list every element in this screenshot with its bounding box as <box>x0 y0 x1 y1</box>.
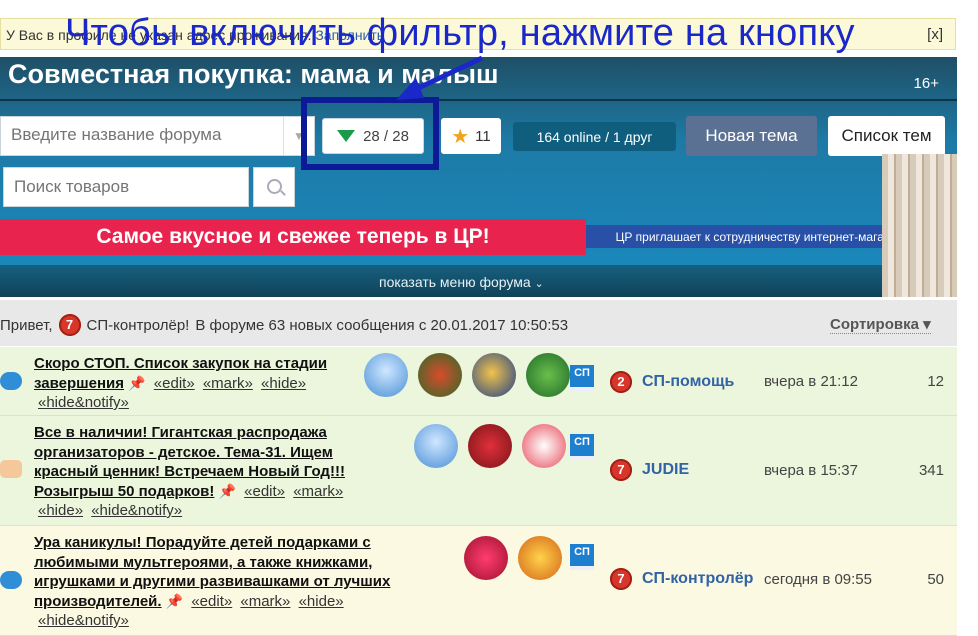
close-notice-button[interactable]: [x] <box>927 26 943 43</box>
greeting-bar: Привет, 7 СП-контролёр! В форуме 63 новы… <box>0 300 957 346</box>
search-icon <box>267 179 282 194</box>
hide-link[interactable]: «hide» <box>299 593 344 610</box>
hide-link[interactable]: «hide» <box>261 375 306 392</box>
greeting-message: В форуме 63 новых сообщения с 20.01.2017… <box>195 316 569 334</box>
topic-title[interactable]: Все в наличии! Гигантская распродажа орг… <box>34 423 384 521</box>
goods-search-button[interactable] <box>253 167 295 207</box>
promo-banner[interactable]: Самое вкусное и свежее теперь в ЦР! <box>0 219 586 255</box>
favorites-button[interactable]: ★ 11 <box>441 118 501 154</box>
greeting-prefix: Привет, <box>0 316 53 334</box>
author-link[interactable]: СП-помощь <box>642 373 734 391</box>
topic-row: Ура каникулы! Порадуйте детей подарками … <box>0 526 957 636</box>
author-link[interactable]: JUDIE <box>642 461 689 479</box>
speech-bubble-icon <box>0 571 22 589</box>
edit-link[interactable]: «edit» <box>154 375 195 392</box>
mark-link[interactable]: «mark» <box>203 375 253 392</box>
mark-link[interactable]: «mark» <box>293 483 343 500</box>
favorites-count: 11 <box>475 127 491 145</box>
avatar[interactable] <box>414 424 458 468</box>
pin-icon[interactable]: 📌 <box>219 483 236 499</box>
forum-search-input[interactable] <box>1 117 301 153</box>
avatar[interactable] <box>526 353 570 397</box>
thumbs-up-icon <box>0 460 22 478</box>
avatar[interactable] <box>522 424 566 468</box>
sp-badge-icon: СП <box>570 365 594 391</box>
chevron-down-icon: ⌄ <box>534 278 544 290</box>
forum-menu-toggle[interactable]: показать меню форума ⌄ <box>0 265 882 297</box>
last-post-time[interactable]: вчера в 21:12 <box>764 373 858 390</box>
reply-count: 50 <box>927 571 944 588</box>
sp-badge-icon: СП <box>570 434 594 460</box>
hide-notify-link[interactable]: «hide&notify» <box>38 394 129 411</box>
filter-hint-annotation: Чтобы включить фильтр, нажмите на кнопку <box>65 12 855 54</box>
avatar[interactable] <box>464 536 508 580</box>
topic-row: Все в наличии! Гигантская распродажа орг… <box>0 416 957 526</box>
topic-title[interactable]: Ура каникулы! Порадуйте детей подарками … <box>34 533 434 631</box>
user-badge-icon: 7 <box>58 314 81 336</box>
age-rating: 16+ <box>913 75 939 92</box>
forum-search-field[interactable]: ▼ <box>0 116 315 156</box>
star-icon: ★ <box>451 125 470 148</box>
edit-link[interactable]: «edit» <box>191 593 232 610</box>
online-badge[interactable]: 164 online / 1 друг <box>513 122 676 151</box>
last-post-time[interactable]: вчера в 15:37 <box>764 462 858 479</box>
avatar[interactable] <box>472 353 516 397</box>
goods-search-input[interactable] <box>4 168 254 206</box>
pin-icon[interactable]: 📌 <box>166 593 183 609</box>
speech-bubble-icon <box>0 372 22 390</box>
author-rank-icon: 7 <box>610 459 632 481</box>
greeting-user: СП-контролёр! <box>86 316 190 334</box>
avatar[interactable] <box>418 353 462 397</box>
last-post-time[interactable]: сегодня в 09:55 <box>764 571 872 588</box>
sp-badge-icon: СП <box>570 544 594 570</box>
hint-arrow-icon <box>396 55 484 100</box>
hide-notify-link[interactable]: «hide&notify» <box>91 502 182 519</box>
avatar[interactable] <box>468 424 512 468</box>
topic-list-button[interactable]: Список тем <box>828 116 945 156</box>
hide-link[interactable]: «hide» <box>38 502 83 519</box>
sort-dropdown[interactable]: Сортировка ▾ <box>830 315 931 334</box>
reply-count: 341 <box>918 462 944 479</box>
pin-icon[interactable]: 📌 <box>128 375 145 391</box>
goods-search-field[interactable] <box>3 167 254 207</box>
author-link[interactable]: СП-контролёр <box>642 570 753 588</box>
topic-row: Скоро СТОП. Список закупок на стадии зав… <box>0 347 957 416</box>
mark-link[interactable]: «mark» <box>240 593 290 610</box>
reply-count: 12 <box>927 373 944 390</box>
hide-notify-link[interactable]: «hide&notify» <box>38 612 129 629</box>
header-photo <box>882 154 957 297</box>
author-rank-icon: 7 <box>610 568 632 590</box>
new-topic-button[interactable]: Новая тема <box>686 116 817 156</box>
menu-toggle-label: показать меню форума <box>379 274 531 290</box>
author-rank-icon: 2 <box>610 371 632 393</box>
topic-title[interactable]: Скоро СТОП. Список закупок на стадии зав… <box>34 354 364 413</box>
avatar[interactable] <box>518 536 562 580</box>
edit-link[interactable]: «edit» <box>244 483 285 500</box>
avatar[interactable] <box>364 353 408 397</box>
